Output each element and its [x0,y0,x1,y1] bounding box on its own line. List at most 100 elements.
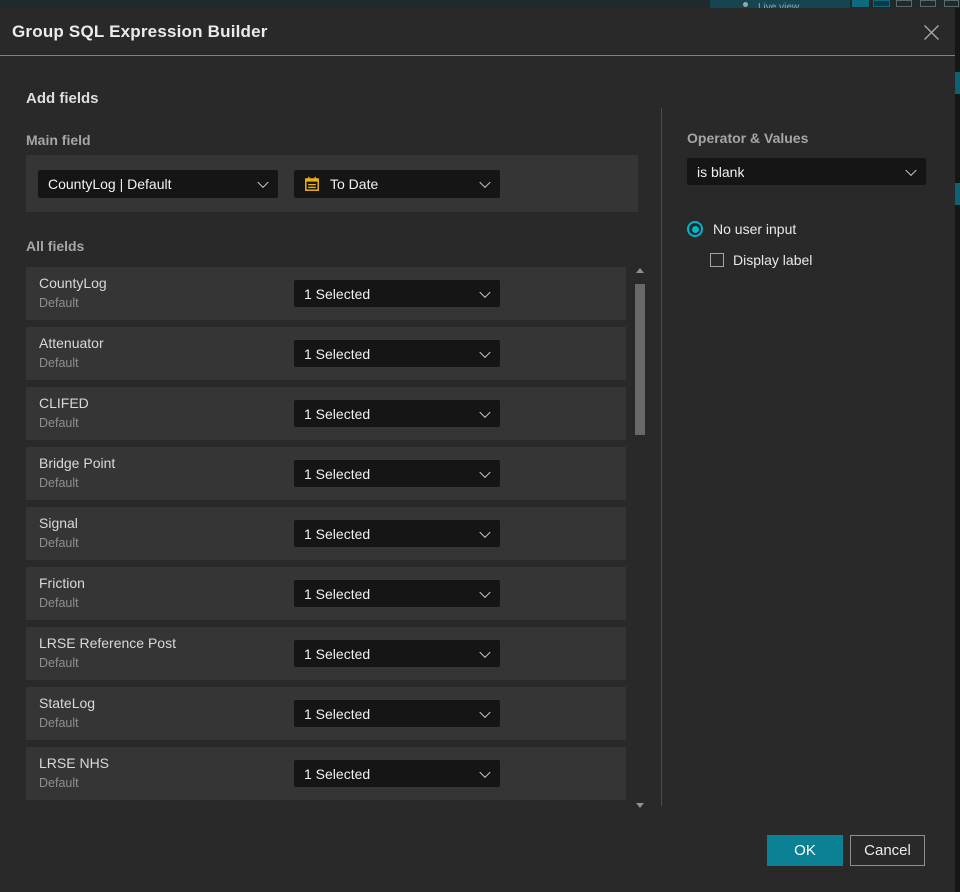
field-name: LRSE NHS [39,755,110,771]
field-selection-value: 1 Selected [304,765,371,782]
field-row: Bridge Point Default 1 Selected [26,447,626,500]
all-fields-list: CountyLog Default 1 Selected Attenuator … [26,267,626,807]
chevron-down-icon [479,346,491,358]
main-field-label: Main field [26,132,91,148]
chevron-down-icon [905,164,917,176]
field-row: CountyLog Default 1 Selected [26,267,626,320]
field-name: CLIFED [39,395,89,411]
chevron-down-icon [257,176,269,189]
background-accent-block [955,72,960,94]
scroll-up-button[interactable] [636,268,644,273]
display-label-label: Display label [733,252,813,268]
cancel-button[interactable]: Cancel [850,835,925,866]
attribute-dropdown[interactable]: To Date [294,170,500,198]
chevron-down-icon [479,526,491,538]
field-row: Attenuator Default 1 Selected [26,327,626,380]
field-name: CountyLog [39,275,107,291]
field-row: StateLog Default 1 Selected [26,687,626,740]
field-selection-value: 1 Selected [304,465,371,482]
field-row: LRSE NHS Default 1 Selected [26,747,626,800]
background-accent-block [955,183,960,205]
field-selection-value: 1 Selected [304,525,371,542]
live-view-label: Live view [758,2,800,8]
chevron-down-icon [479,646,491,658]
ok-button[interactable]: OK [767,835,843,866]
main-field-dropdown[interactable]: CountyLog | Default [38,170,278,198]
field-row: LRSE Reference Post Default 1 Selected [26,627,626,680]
display-label-checkbox[interactable] [710,253,724,267]
display-label-option[interactable]: Display label [710,252,812,268]
close-button[interactable] [916,18,946,46]
close-icon [923,24,939,40]
field-name: Friction [39,575,85,591]
field-name: Attenuator [39,335,104,351]
calendar-date-icon [305,176,319,191]
live-view-dot-icon [743,2,748,7]
field-selection-dropdown[interactable]: 1 Selected [294,340,500,367]
list-scrollbar[interactable] [634,260,647,808]
chevron-down-icon [479,466,491,478]
field-subtitle: Default [39,596,79,610]
field-selection-value: 1 Selected [304,705,371,722]
chevron-down-icon [479,706,491,718]
attribute-dropdown-value: To Date [330,176,379,192]
field-subtitle: Default [39,536,79,550]
field-selection-dropdown[interactable]: 1 Selected [294,760,500,787]
no-user-input-radio[interactable] [687,221,703,237]
field-name: LRSE Reference Post [39,635,176,651]
dialog-header: Group SQL Expression Builder [0,8,955,56]
operator-dropdown-value: is blank [697,163,745,180]
field-selection-dropdown[interactable]: 1 Selected [294,400,500,427]
field-selection-dropdown[interactable]: 1 Selected [294,640,500,667]
field-selection-value: 1 Selected [304,405,371,422]
all-fields-label: All fields [26,238,85,254]
field-selection-dropdown[interactable]: 1 Selected [294,460,500,487]
radio-dot [691,225,699,233]
screen: Live view Group SQL Expression Builder A… [0,0,960,892]
field-subtitle: Default [39,476,79,490]
chevron-down-icon [479,286,491,298]
field-selection-value: 1 Selected [304,645,371,662]
field-subtitle: Default [39,776,79,790]
chevron-down-icon [479,176,491,189]
field-subtitle: Default [39,716,79,730]
field-row: Signal Default 1 Selected [26,507,626,560]
operator-dropdown[interactable]: is blank [687,158,926,185]
main-field-panel: CountyLog | Default To Date [26,155,638,212]
field-selection-dropdown[interactable]: 1 Selected [294,520,500,547]
background-toolbar-button [944,0,959,7]
field-selection-dropdown[interactable]: 1 Selected [294,700,500,727]
no-user-input-option[interactable]: No user input [687,221,796,237]
field-name: Signal [39,515,78,531]
field-name: StateLog [39,695,96,711]
field-selection-dropdown[interactable]: 1 Selected [294,580,500,607]
field-subtitle: Default [39,296,79,310]
dialog-group-sql-expression-builder: Group SQL Expression Builder Add fields … [0,8,955,892]
no-user-input-label: No user input [713,221,797,237]
chevron-down-icon [479,586,491,598]
field-selection-value: 1 Selected [304,585,371,602]
field-name: Bridge Point [39,455,116,471]
field-row: Friction Default 1 Selected [26,567,626,620]
field-subtitle: Default [39,416,79,430]
live-view-chip: Live view [710,0,850,8]
field-row: CLIFED Default 1 Selected [26,387,626,440]
background-toolbar-button [920,0,936,7]
background-right-sliver [955,8,960,892]
background-toolbar-button [896,0,912,7]
scroll-down-button[interactable] [636,803,644,808]
chevron-down-icon [479,766,491,778]
field-selection-value: 1 Selected [304,285,371,302]
background-toolbar-button [852,0,869,7]
field-selection-value: 1 Selected [304,345,371,362]
scrollbar-thumb[interactable] [635,284,645,435]
background-toolbar-button [873,0,890,7]
field-subtitle: Default [39,656,79,670]
field-subtitle: Default [39,356,79,370]
chevron-down-icon [479,406,491,418]
background-app-bar: Live view [0,0,960,8]
main-field-dropdown-value: CountyLog | Default [48,176,172,192]
field-selection-dropdown[interactable]: 1 Selected [294,280,500,307]
add-fields-heading: Add fields [26,90,99,107]
panel-divider [661,108,662,806]
